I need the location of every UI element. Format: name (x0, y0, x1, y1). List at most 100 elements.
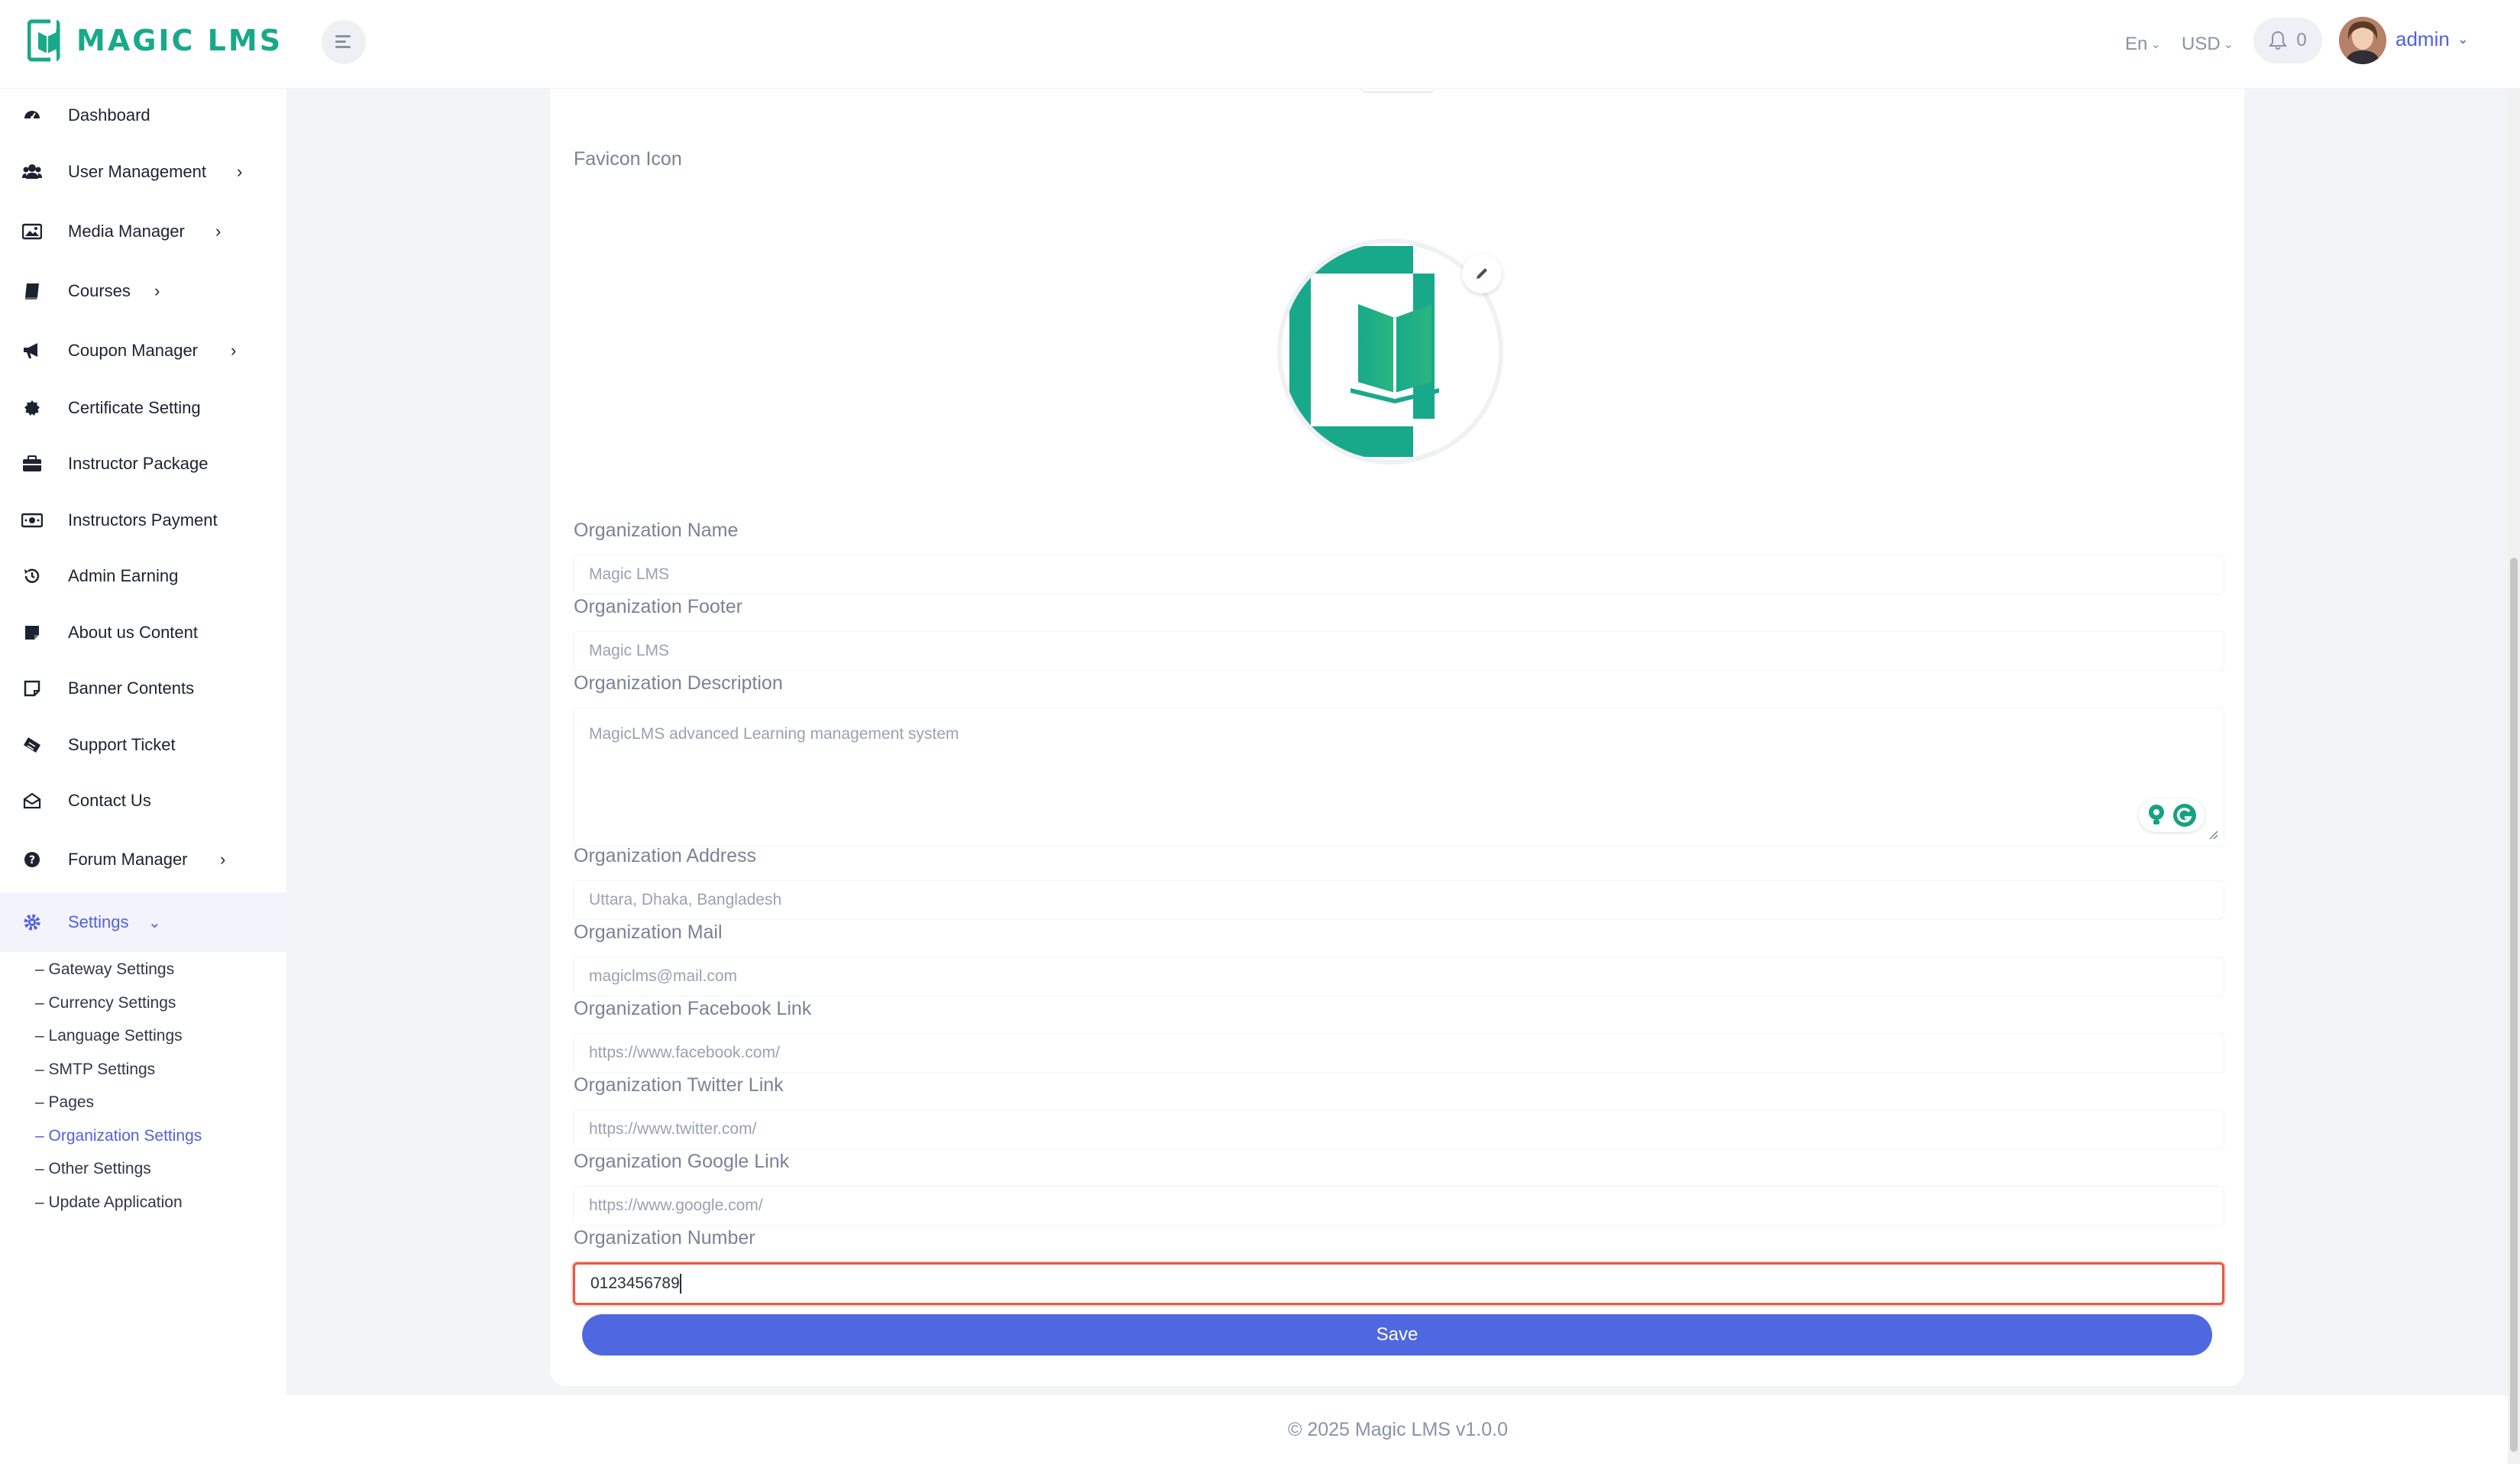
favicon-label: Favicon Icon (574, 148, 682, 170)
sidebar-item-about-us-content[interactable]: About us Content (0, 606, 286, 659)
sidebar-item-label: Media Manager (68, 222, 185, 241)
envelope-open-icon (21, 790, 43, 811)
sidebar-item-settings[interactable]: Settings ⌄ (0, 892, 286, 952)
scrollbar-thumb[interactable] (2510, 558, 2518, 1452)
user-photo-icon (2339, 17, 2386, 64)
sidebar-item-coupon-manager[interactable]: Coupon Manager › (0, 324, 286, 377)
sidebar-item-dashboard[interactable]: Dashboard (0, 89, 286, 142)
sidebar-item-courses[interactable]: Courses › (0, 264, 286, 318)
save-button[interactable]: Save (582, 1314, 2212, 1355)
language-value: En (2125, 34, 2148, 54)
sidebar-item-media-manager[interactable]: Media Manager › (0, 205, 286, 258)
sidebar-item-label: Support Ticket (68, 735, 176, 754)
top-bar: MAGIC LMS En ⌄ USD ⌄ 0 admin ⌄ (0, 0, 2520, 89)
sidebar-sub-smtp-settings[interactable]: – SMTP Settings (35, 1061, 155, 1079)
sidebar-item-certificate-setting[interactable]: Certificate Setting (0, 381, 286, 435)
org-number-value: 0123456789 (590, 1275, 680, 1292)
org-address-label: Organization Address (574, 845, 757, 866)
megaphone-icon (21, 340, 43, 361)
certificate-icon (21, 397, 43, 419)
org-description-label: Organization Description (574, 672, 783, 694)
image-icon (21, 221, 43, 242)
sidebar-item-admin-earning[interactable]: Admin Earning (0, 549, 286, 603)
org-mail-input[interactable]: magiclms@mail.com (573, 957, 2224, 996)
history-icon (21, 565, 43, 587)
org-twitter-label: Organization Twitter Link (574, 1074, 784, 1096)
org-twitter-input[interactable]: https://www.twitter.com/ (573, 1109, 2224, 1149)
chevron-right-icon: › (231, 341, 237, 360)
org-description-textarea[interactable]: MagicLMS advanced Learning management sy… (573, 708, 2224, 847)
org-address-input[interactable]: Uttara, Dhaka, Bangladesh (573, 880, 2224, 920)
sidebar-item-contact-us[interactable]: Contact Us (0, 774, 286, 828)
sidebar-sub-update-application[interactable]: – Update Application (35, 1194, 183, 1212)
ticket-icon (21, 734, 43, 756)
sidebar-item-support-ticket[interactable]: Support Ticket (0, 718, 286, 772)
resize-handle-icon[interactable] (2208, 830, 2219, 841)
org-footer-input[interactable]: Magic LMS (573, 631, 2224, 671)
sidebar-item-label: Coupon Manager (68, 341, 199, 360)
sidebar-sub-gateway-settings[interactable]: – Gateway Settings (35, 960, 174, 979)
book-icon (21, 280, 43, 302)
logo[interactable]: MAGIC LMS (27, 17, 283, 64)
chevron-right-icon: › (237, 162, 243, 181)
logo-text: MAGIC LMS (76, 24, 283, 57)
sidebar-item-banner-contents[interactable]: Banner Contents (0, 662, 286, 715)
money-icon (21, 510, 43, 531)
sidebar-sub-pages[interactable]: – Pages (35, 1093, 94, 1112)
language-dropdown[interactable]: En ⌄ (2125, 34, 2161, 55)
sticky-note-icon (21, 678, 43, 699)
chevron-right-icon: › (215, 222, 222, 241)
align-left-icon (335, 35, 351, 48)
sidebar: Dashboard User Management › Media Manage… (0, 89, 286, 1464)
briefcase-icon (21, 453, 43, 475)
username: admin (2395, 28, 2450, 50)
org-number-input[interactable]: 0123456789 (573, 1262, 2224, 1305)
sidebar-item-label: Dashboard (68, 105, 150, 125)
sidebar-item-label: Forum Manager (68, 850, 188, 869)
menu-toggle-button[interactable] (322, 20, 366, 64)
sidebar-item-label: About us Content (68, 623, 199, 642)
sidebar-sub-other-settings[interactable]: – Other Settings (35, 1160, 151, 1178)
footer: © 2025 Magic LMS v1.0.0 (286, 1395, 2509, 1464)
chevron-right-icon: › (154, 281, 160, 300)
org-google-input[interactable]: https://www.google.com/ (573, 1186, 2224, 1226)
sidebar-item-forum-manager[interactable]: ? Forum Manager › (0, 833, 286, 886)
sidebar-item-label: User Management (68, 162, 206, 181)
sidebar-item-label: Certificate Setting (68, 398, 201, 417)
org-facebook-label: Organization Facebook Link (574, 998, 812, 1019)
logo-mark-icon (27, 18, 60, 63)
sidebar-item-label: Instructors Payment (68, 510, 218, 530)
org-facebook-input[interactable]: https://www.facebook.com/ (573, 1033, 2224, 1073)
copyright-text: © 2025 Magic LMS v1.0.0 (1287, 1418, 1508, 1440)
sidebar-sub-language-settings[interactable]: – Language Settings (35, 1027, 183, 1045)
currency-dropdown[interactable]: USD ⌄ (2182, 34, 2234, 55)
chevron-down-icon: ⌄ (2457, 31, 2469, 47)
grammarly-widget[interactable] (2139, 798, 2205, 832)
sidebar-item-user-management[interactable]: User Management › (0, 145, 286, 199)
edit-favicon-button[interactable] (1462, 254, 1502, 293)
chevron-down-icon: ⌄ (2223, 38, 2234, 51)
chevron-down-icon: ⌄ (2150, 38, 2161, 51)
grammarly-icon (2173, 804, 2196, 827)
sidebar-sub-currency-settings[interactable]: – Currency Settings (35, 994, 176, 1012)
pencil-icon (1477, 268, 1487, 279)
bell-icon (2269, 31, 2288, 50)
org-name-input[interactable]: Magic LMS (573, 555, 2224, 594)
chevron-down-icon: ⌄ (148, 914, 161, 931)
sidebar-item-label: Admin Earning (68, 566, 179, 585)
gear-icon (21, 912, 43, 933)
notifications-button[interactable]: 0 (2253, 18, 2322, 63)
user-menu-dropdown[interactable]: admin ⌄ (2395, 28, 2469, 51)
text-cursor (679, 1274, 681, 1294)
sidebar-item-label: Courses (68, 281, 131, 300)
org-number-label: Organization Number (574, 1227, 755, 1249)
notification-count: 0 (2296, 30, 2307, 50)
sidebar-sub-organization-settings[interactable]: – Organization Settings (35, 1127, 202, 1145)
sidebar-item-instructor-package[interactable]: Instructor Package (0, 437, 286, 491)
sidebar-item-instructors-payment[interactable]: Instructors Payment (0, 494, 286, 547)
sidebar-item-label: Instructor Package (68, 454, 209, 473)
dashboard-icon (21, 105, 43, 126)
svg-text:?: ? (29, 854, 35, 866)
avatar[interactable] (2339, 17, 2386, 64)
sidebar-item-label: Contact Us (68, 791, 151, 810)
